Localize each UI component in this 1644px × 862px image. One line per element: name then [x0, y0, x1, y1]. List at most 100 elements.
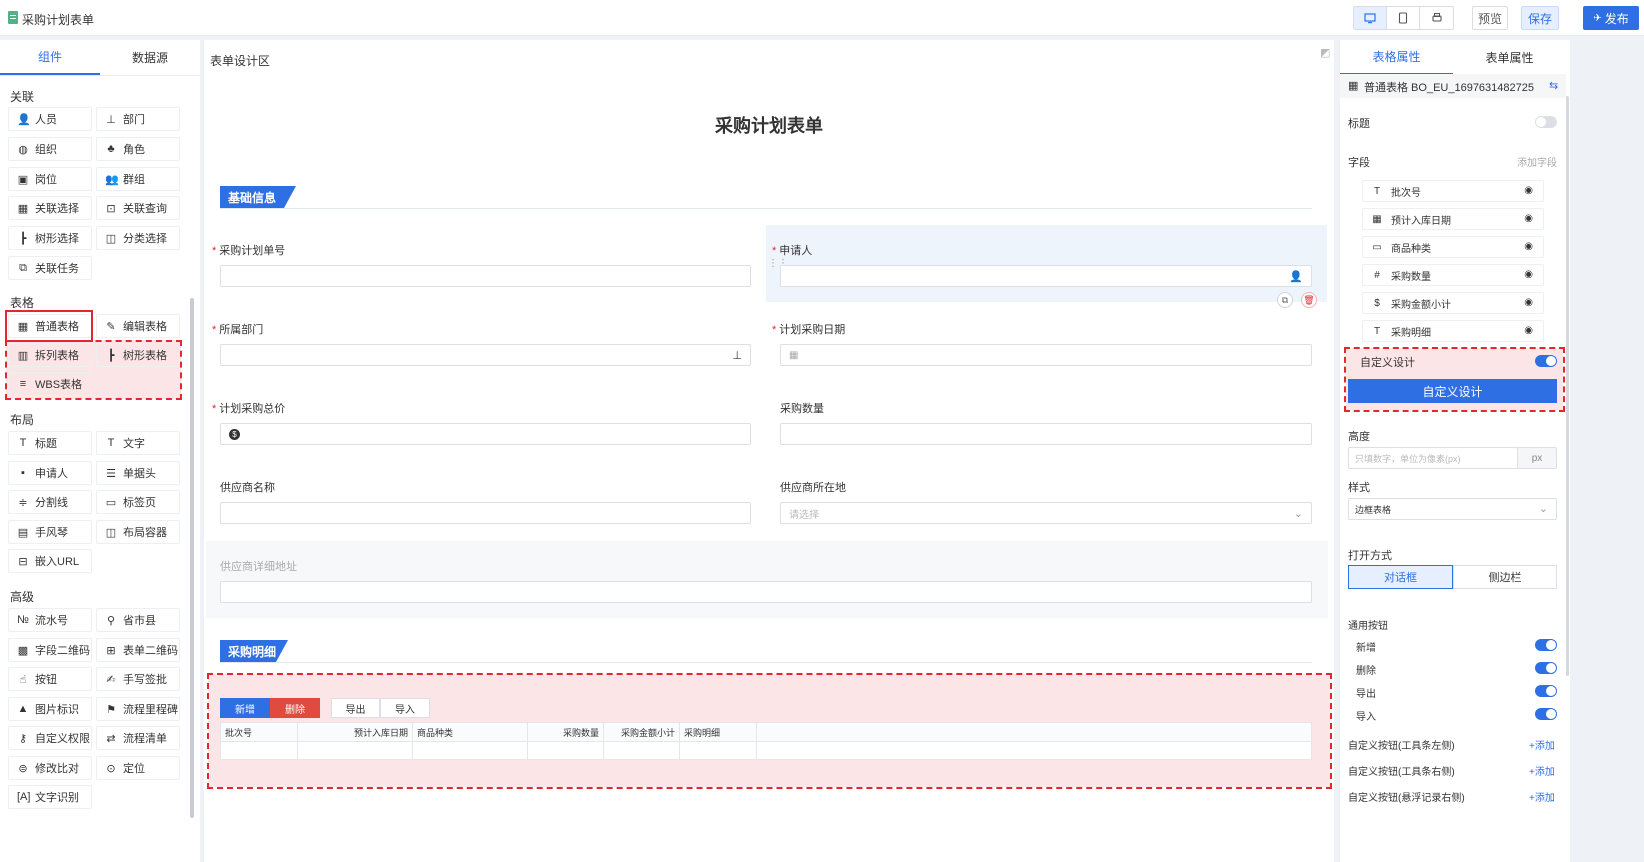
- tab-table-props[interactable]: 表格属性: [1340, 40, 1453, 75]
- comp-rel-task[interactable]: ⧉ 关联任务: [8, 256, 92, 280]
- common-btn-delete-toggle[interactable]: [1535, 662, 1557, 674]
- preview-button[interactable]: 预览: [1472, 6, 1508, 30]
- column-header[interactable]: 采购明细: [680, 723, 757, 741]
- comp-role[interactable]: ♣ 角色: [96, 137, 180, 161]
- comp-hand-sign[interactable]: ✍ 手写签批: [96, 667, 180, 691]
- height-input[interactable]: 只填数字，单位为像素(px): [1348, 447, 1518, 469]
- comp-text[interactable]: T 文字: [96, 431, 180, 455]
- comp-title[interactable]: T 标题: [8, 431, 92, 455]
- tab-datasource[interactable]: 数据源: [100, 40, 200, 75]
- add-field-link[interactable]: 添加字段: [1517, 154, 1557, 169]
- comp-applicant[interactable]: ▪ 申请人: [8, 461, 92, 485]
- column-header[interactable]: 批次号: [221, 723, 298, 741]
- comp-layout-container[interactable]: ◫ 布局容器: [96, 520, 180, 544]
- comp-rel-query[interactable]: ⊡ 关联查询: [96, 196, 180, 220]
- open-sidebar-option[interactable]: 侧边栏: [1453, 565, 1557, 589]
- column-header[interactable]: 预计入库日期: [298, 723, 413, 741]
- table-cell[interactable]: [680, 742, 757, 759]
- input-supplier-address[interactable]: [220, 581, 1312, 603]
- comp-flow-list[interactable]: ⇄ 流程清单: [96, 726, 180, 750]
- comp-milestone[interactable]: ⚑ 流程里程碑: [96, 697, 180, 721]
- save-button[interactable]: 保存: [1521, 6, 1559, 30]
- table-cell[interactable]: [298, 742, 413, 759]
- common-btn-add-toggle[interactable]: [1535, 639, 1557, 651]
- comp-embed-url[interactable]: ⊟ 嵌入URL: [8, 549, 92, 573]
- common-btn-import-toggle[interactable]: [1535, 708, 1557, 720]
- input-total-price[interactable]: $: [220, 423, 751, 445]
- comp-image-mark[interactable]: ▲ 图片标识: [8, 697, 92, 721]
- table-add-button[interactable]: 新增: [220, 698, 270, 718]
- mobile-icon[interactable]: [1420, 7, 1453, 29]
- delete-icon[interactable]: 🗑: [1301, 292, 1317, 308]
- comp-dept[interactable]: ⊥ 部门: [96, 107, 180, 131]
- field-item[interactable]: # 采购数量 ◉: [1362, 264, 1544, 286]
- eye-icon[interactable]: ◉: [1524, 213, 1533, 224]
- comp-divider[interactable]: ≑ 分割线: [8, 490, 92, 514]
- comp-tab-page[interactable]: ▭ 标签页: [96, 490, 180, 514]
- custom-btn-left-add[interactable]: +添加: [1529, 737, 1555, 752]
- eye-icon[interactable]: ◉: [1524, 269, 1533, 280]
- field-item[interactable]: ▭ 商品种类 ◉: [1362, 236, 1544, 258]
- tablet-icon[interactable]: [1387, 7, 1420, 29]
- comp-cat-select[interactable]: ◫ 分类选择: [96, 226, 180, 250]
- input-dept[interactable]: ⊥: [220, 344, 751, 366]
- table-delete-button[interactable]: 删除: [270, 698, 320, 718]
- table-export-button[interactable]: 导出: [331, 698, 380, 718]
- style-select[interactable]: 边框表格 ⌄: [1348, 498, 1557, 520]
- right-scrollbar[interactable]: [1566, 40, 1570, 862]
- comp-locate[interactable]: ⊙ 定位: [96, 756, 180, 780]
- desktop-icon[interactable]: [1354, 7, 1387, 29]
- comp-province[interactable]: ⚲ 省市县: [96, 608, 180, 632]
- comp-button[interactable]: ☝ 按钮: [8, 667, 92, 691]
- eye-icon[interactable]: ◉: [1524, 241, 1533, 252]
- title-toggle[interactable]: [1535, 116, 1557, 128]
- comp-group[interactable]: 👥 群组: [96, 167, 180, 191]
- input-quantity[interactable]: [780, 423, 1312, 445]
- custom-design-toggle[interactable]: [1535, 355, 1557, 367]
- field-item[interactable]: ▦ 预计入库日期 ◉: [1362, 208, 1544, 230]
- open-dialog-option[interactable]: 对话框: [1348, 565, 1453, 589]
- input-supplier-name[interactable]: [220, 502, 751, 524]
- org-tree-icon[interactable]: ⊥: [732, 349, 742, 362]
- comp-ocr[interactable]: [A] 文字识别: [8, 785, 92, 809]
- comp-serial[interactable]: № 流水号: [8, 608, 92, 632]
- comp-doc-head[interactable]: ☰ 单据头: [96, 461, 180, 485]
- custom-btn-right-add[interactable]: +添加: [1529, 763, 1555, 778]
- table-cell[interactable]: [221, 742, 298, 759]
- comp-diff[interactable]: ⊜ 修改比对: [8, 756, 92, 780]
- eye-icon[interactable]: ◉: [1524, 297, 1533, 308]
- custom-design-button[interactable]: 自定义设计: [1348, 379, 1557, 403]
- table-cell[interactable]: [413, 742, 528, 759]
- publish-button[interactable]: ✈ 发布: [1583, 6, 1639, 30]
- input-plan-date[interactable]: ▦: [780, 344, 1312, 366]
- comp-org[interactable]: ◍ 组织: [8, 137, 92, 161]
- field-item[interactable]: T 批次号 ◉: [1362, 180, 1544, 202]
- comp-form-qr[interactable]: ⊞ 表单二维码: [96, 638, 180, 662]
- field-item[interactable]: T 采购明细 ◉: [1362, 320, 1544, 342]
- comp-custom-perm[interactable]: ⚷ 自定义权限: [8, 726, 92, 750]
- copy-icon[interactable]: ⧉: [1277, 292, 1293, 308]
- input-applicant[interactable]: 👤: [780, 265, 1312, 287]
- table-import-button[interactable]: 导入: [380, 698, 430, 718]
- link-icon[interactable]: ⇆: [1549, 79, 1558, 92]
- comp-person[interactable]: 👤 人员: [8, 107, 92, 131]
- left-scrollbar[interactable]: [190, 298, 194, 818]
- select-supplier-location[interactable]: 请选择 ⌄: [780, 502, 1312, 524]
- comp-accordion[interactable]: ▤ 手风琴: [8, 520, 92, 544]
- tab-form-props[interactable]: 表单属性: [1453, 40, 1566, 75]
- comp-rel-select[interactable]: ▦ 关联选择: [8, 196, 92, 220]
- collapse-icon[interactable]: ◩: [1320, 46, 1330, 59]
- column-header[interactable]: 商品种类: [413, 723, 528, 741]
- comp-tree-select[interactable]: ┣ 树形选择: [8, 226, 92, 250]
- table-cell[interactable]: [604, 742, 680, 759]
- comp-edit-table[interactable]: ✎ 编辑表格: [96, 314, 180, 338]
- eye-icon[interactable]: ◉: [1524, 325, 1533, 336]
- common-btn-export-toggle[interactable]: [1535, 685, 1557, 697]
- column-header[interactable]: 采购数量: [528, 723, 604, 741]
- eye-icon[interactable]: ◉: [1524, 185, 1533, 196]
- comp-post[interactable]: ▣ 岗位: [8, 167, 92, 191]
- field-item[interactable]: $ 采购金额小计 ◉: [1362, 292, 1544, 314]
- person-icon[interactable]: 👤: [1289, 270, 1303, 283]
- input-plan-no[interactable]: [220, 265, 751, 287]
- calendar-icon[interactable]: ▦: [789, 350, 798, 361]
